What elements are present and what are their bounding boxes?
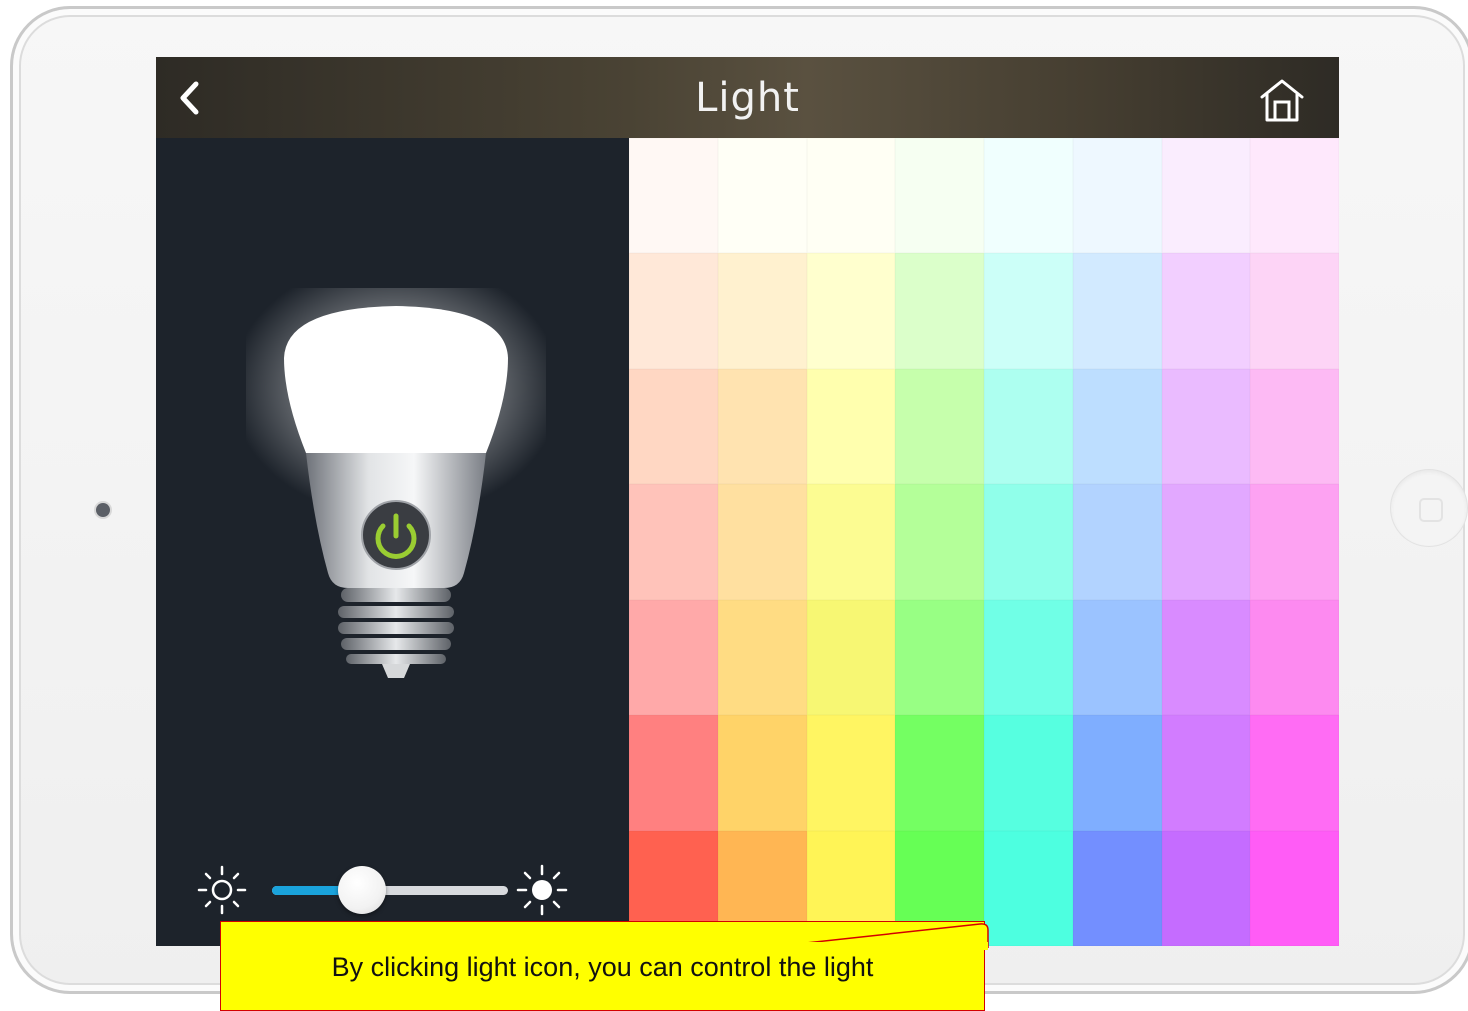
color-swatch[interactable] xyxy=(1161,253,1251,369)
color-swatch[interactable] xyxy=(984,138,1073,254)
color-swatch[interactable] xyxy=(1250,368,1339,485)
color-swatch[interactable] xyxy=(984,715,1073,831)
color-swatch[interactable] xyxy=(1072,484,1162,600)
color-swatch[interactable] xyxy=(806,368,896,485)
color-swatch[interactable] xyxy=(629,484,718,600)
color-swatch[interactable] xyxy=(1161,368,1251,485)
color-swatch[interactable] xyxy=(806,599,896,716)
bulb-button[interactable] xyxy=(231,258,561,718)
callout-pointer xyxy=(760,923,989,950)
color-swatch[interactable] xyxy=(717,599,807,716)
color-swatch[interactable] xyxy=(895,484,984,600)
color-swatch[interactable] xyxy=(717,715,807,831)
brightness-slider-thumb[interactable] xyxy=(337,866,386,914)
front-camera xyxy=(96,503,110,517)
color-swatch[interactable] xyxy=(895,253,984,369)
color-swatch[interactable] xyxy=(1250,715,1339,831)
color-swatch[interactable] xyxy=(1250,253,1339,369)
color-swatch[interactable] xyxy=(1072,830,1162,946)
color-swatch[interactable] xyxy=(717,368,807,485)
color-swatch[interactable] xyxy=(806,484,896,600)
bulb-control-panel xyxy=(156,138,629,946)
page-title: Light xyxy=(695,75,800,121)
brightness-control xyxy=(194,856,574,916)
color-swatch[interactable] xyxy=(717,253,807,369)
color-swatch[interactable] xyxy=(806,138,896,254)
color-swatch[interactable] xyxy=(629,138,718,254)
sun-dim-icon xyxy=(197,865,247,915)
color-swatch[interactable] xyxy=(806,253,896,369)
color-swatch[interactable] xyxy=(984,599,1073,716)
brightness-slider[interactable] xyxy=(272,866,508,914)
color-swatch[interactable] xyxy=(1250,599,1339,716)
color-swatch[interactable] xyxy=(629,599,718,716)
app-screen: Light xyxy=(156,57,1339,946)
color-swatch[interactable] xyxy=(1072,368,1162,485)
color-swatch[interactable] xyxy=(984,253,1073,369)
color-swatch[interactable] xyxy=(895,368,984,485)
light-bulb-icon xyxy=(231,258,561,678)
color-swatch[interactable] xyxy=(984,484,1073,600)
color-swatch[interactable] xyxy=(895,715,984,831)
color-swatch[interactable] xyxy=(1250,138,1339,254)
color-swatch[interactable] xyxy=(1161,830,1251,946)
color-swatch[interactable] xyxy=(1161,599,1251,716)
color-swatch[interactable] xyxy=(1161,484,1251,600)
color-swatch[interactable] xyxy=(806,715,896,831)
color-swatch[interactable] xyxy=(984,368,1073,485)
color-swatch[interactable] xyxy=(1161,138,1251,254)
color-swatch[interactable] xyxy=(717,484,807,600)
color-swatch[interactable] xyxy=(1072,253,1162,369)
home-icon xyxy=(1260,79,1304,122)
home-button[interactable] xyxy=(1254,75,1310,125)
color-swatch[interactable] xyxy=(1072,715,1162,831)
sun-bright-icon xyxy=(516,864,568,916)
color-swatch[interactable] xyxy=(895,138,984,254)
color-swatch[interactable] xyxy=(629,368,718,485)
color-swatch[interactable] xyxy=(1072,138,1162,254)
color-swatch[interactable] xyxy=(629,715,718,831)
color-swatch[interactable] xyxy=(895,599,984,716)
color-swatch[interactable] xyxy=(1161,715,1251,831)
color-swatch[interactable] xyxy=(1250,830,1339,946)
color-palette-grid xyxy=(629,138,1339,946)
color-swatch[interactable] xyxy=(984,830,1073,946)
color-swatch[interactable] xyxy=(1072,599,1162,716)
color-swatch[interactable] xyxy=(1250,484,1339,600)
color-swatch[interactable] xyxy=(629,253,718,369)
color-swatch[interactable] xyxy=(717,138,807,254)
callout-text: By clicking light icon, you can control … xyxy=(331,952,874,982)
device-home-button[interactable] xyxy=(1391,470,1467,546)
title-bar: Light xyxy=(156,57,1339,138)
